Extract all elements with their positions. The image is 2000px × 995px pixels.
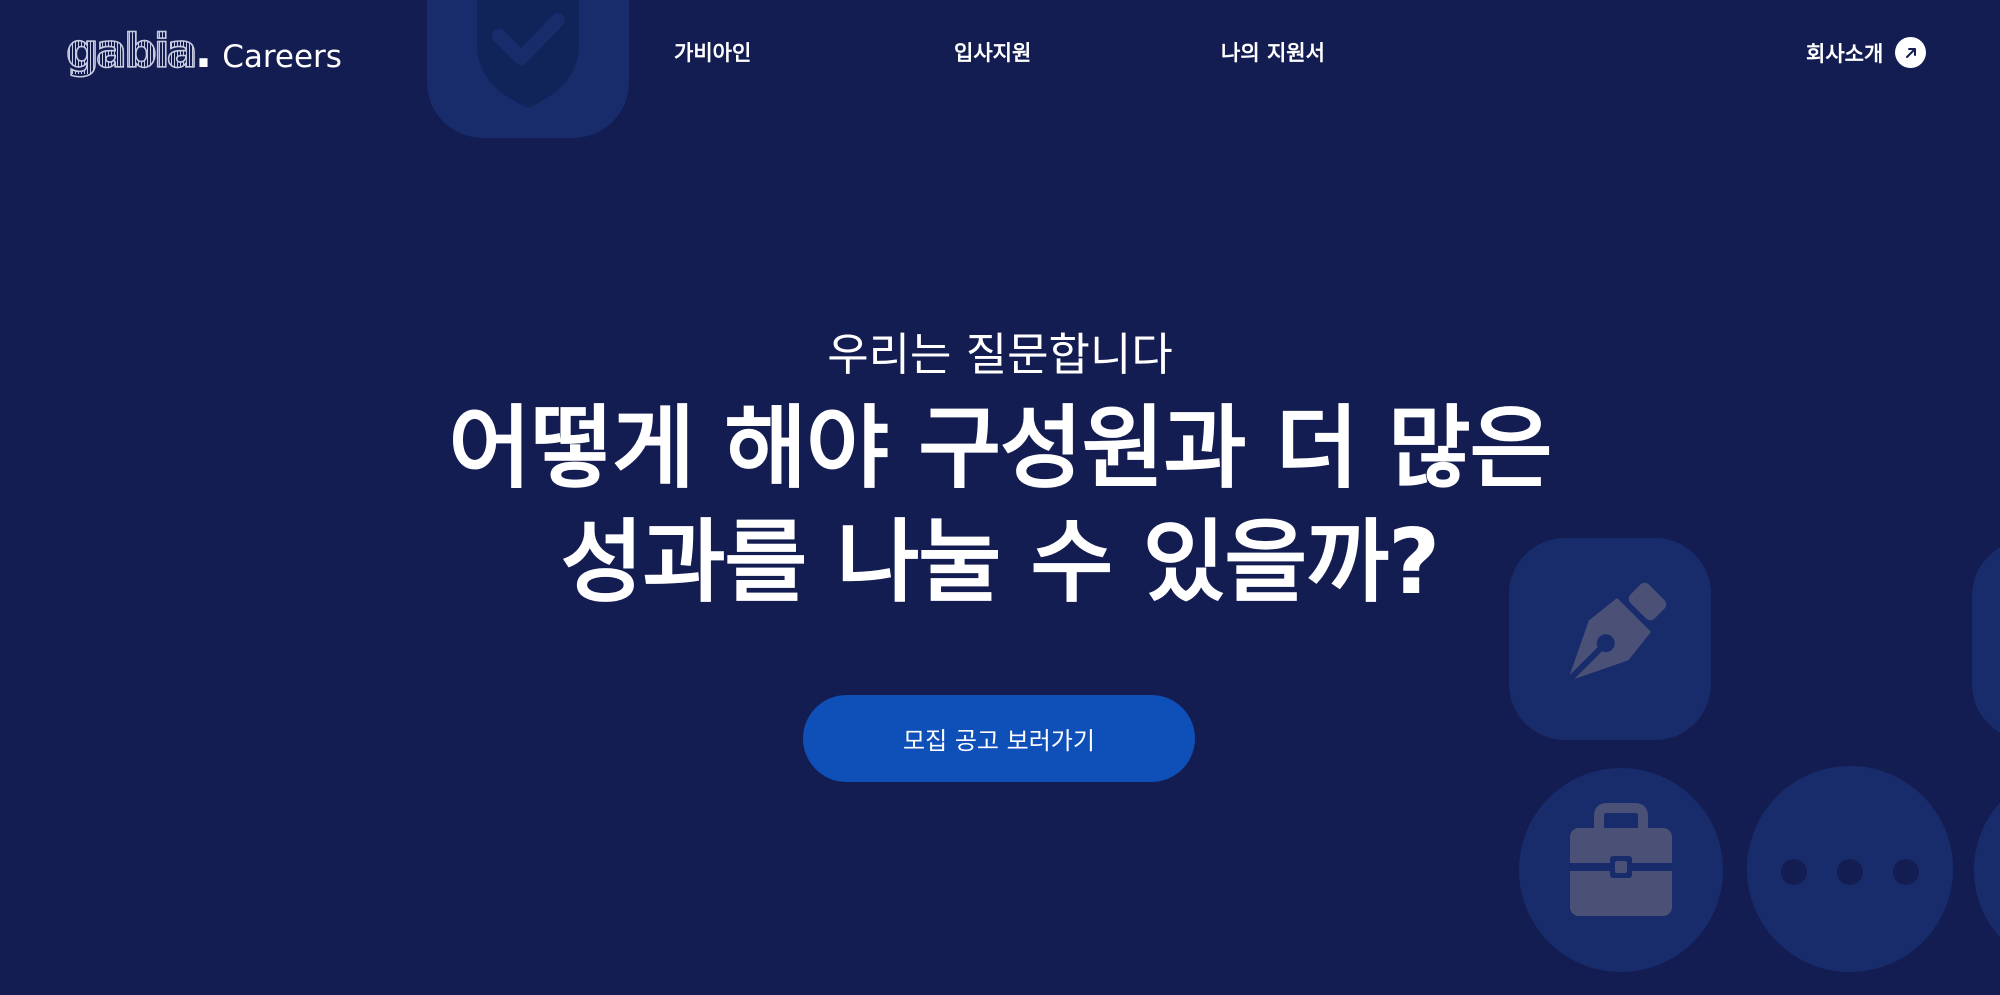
nav-item-gabia-people[interactable]: 가비아인 [674, 37, 751, 67]
logo-dot: . [194, 24, 213, 78]
company-intro-label: 회사소개 [1806, 41, 1884, 66]
more-tile [1747, 766, 1953, 972]
hero-title-line-2: 성과를 나눌 수 있을까? [560, 510, 1440, 615]
careers-landing-page: gabia . Careers 가비아인 입사지원 나의 지원서 회사소개 우리… [0, 0, 2000, 995]
logo-careers-label: Careers [222, 39, 342, 75]
hero-subtitle: 우리는 질문합니다 [827, 328, 1173, 381]
gabia-careers-logo[interactable]: gabia . Careers [65, 24, 342, 78]
view-job-postings-button[interactable]: 모집 공고 보러가기 [803, 695, 1195, 782]
edge-tile [1972, 540, 2000, 740]
hero-title: 어떻게 해야 구성원과 더 많은 성과를 나눌 수 있을까? [300, 392, 1700, 620]
arrow-up-right-icon [1895, 37, 1927, 68]
hero-title-line-1: 어떻게 해야 구성원과 더 많은 [448, 396, 1553, 501]
shield-check-icon [477, 0, 579, 108]
briefcase-tile [1519, 768, 1723, 972]
edge-circle [1974, 770, 2000, 970]
logo-wordmark: gabia [65, 24, 198, 78]
company-intro-link[interactable]: 회사소개 [1806, 37, 1927, 68]
briefcase-icon [1570, 803, 1672, 916]
shield-tile [427, 0, 629, 138]
nav-item-my-application[interactable]: 나의 지원서 [1221, 37, 1325, 67]
nav-item-apply[interactable]: 입사지원 [954, 37, 1031, 67]
more-dots-icon [1781, 859, 1919, 885]
